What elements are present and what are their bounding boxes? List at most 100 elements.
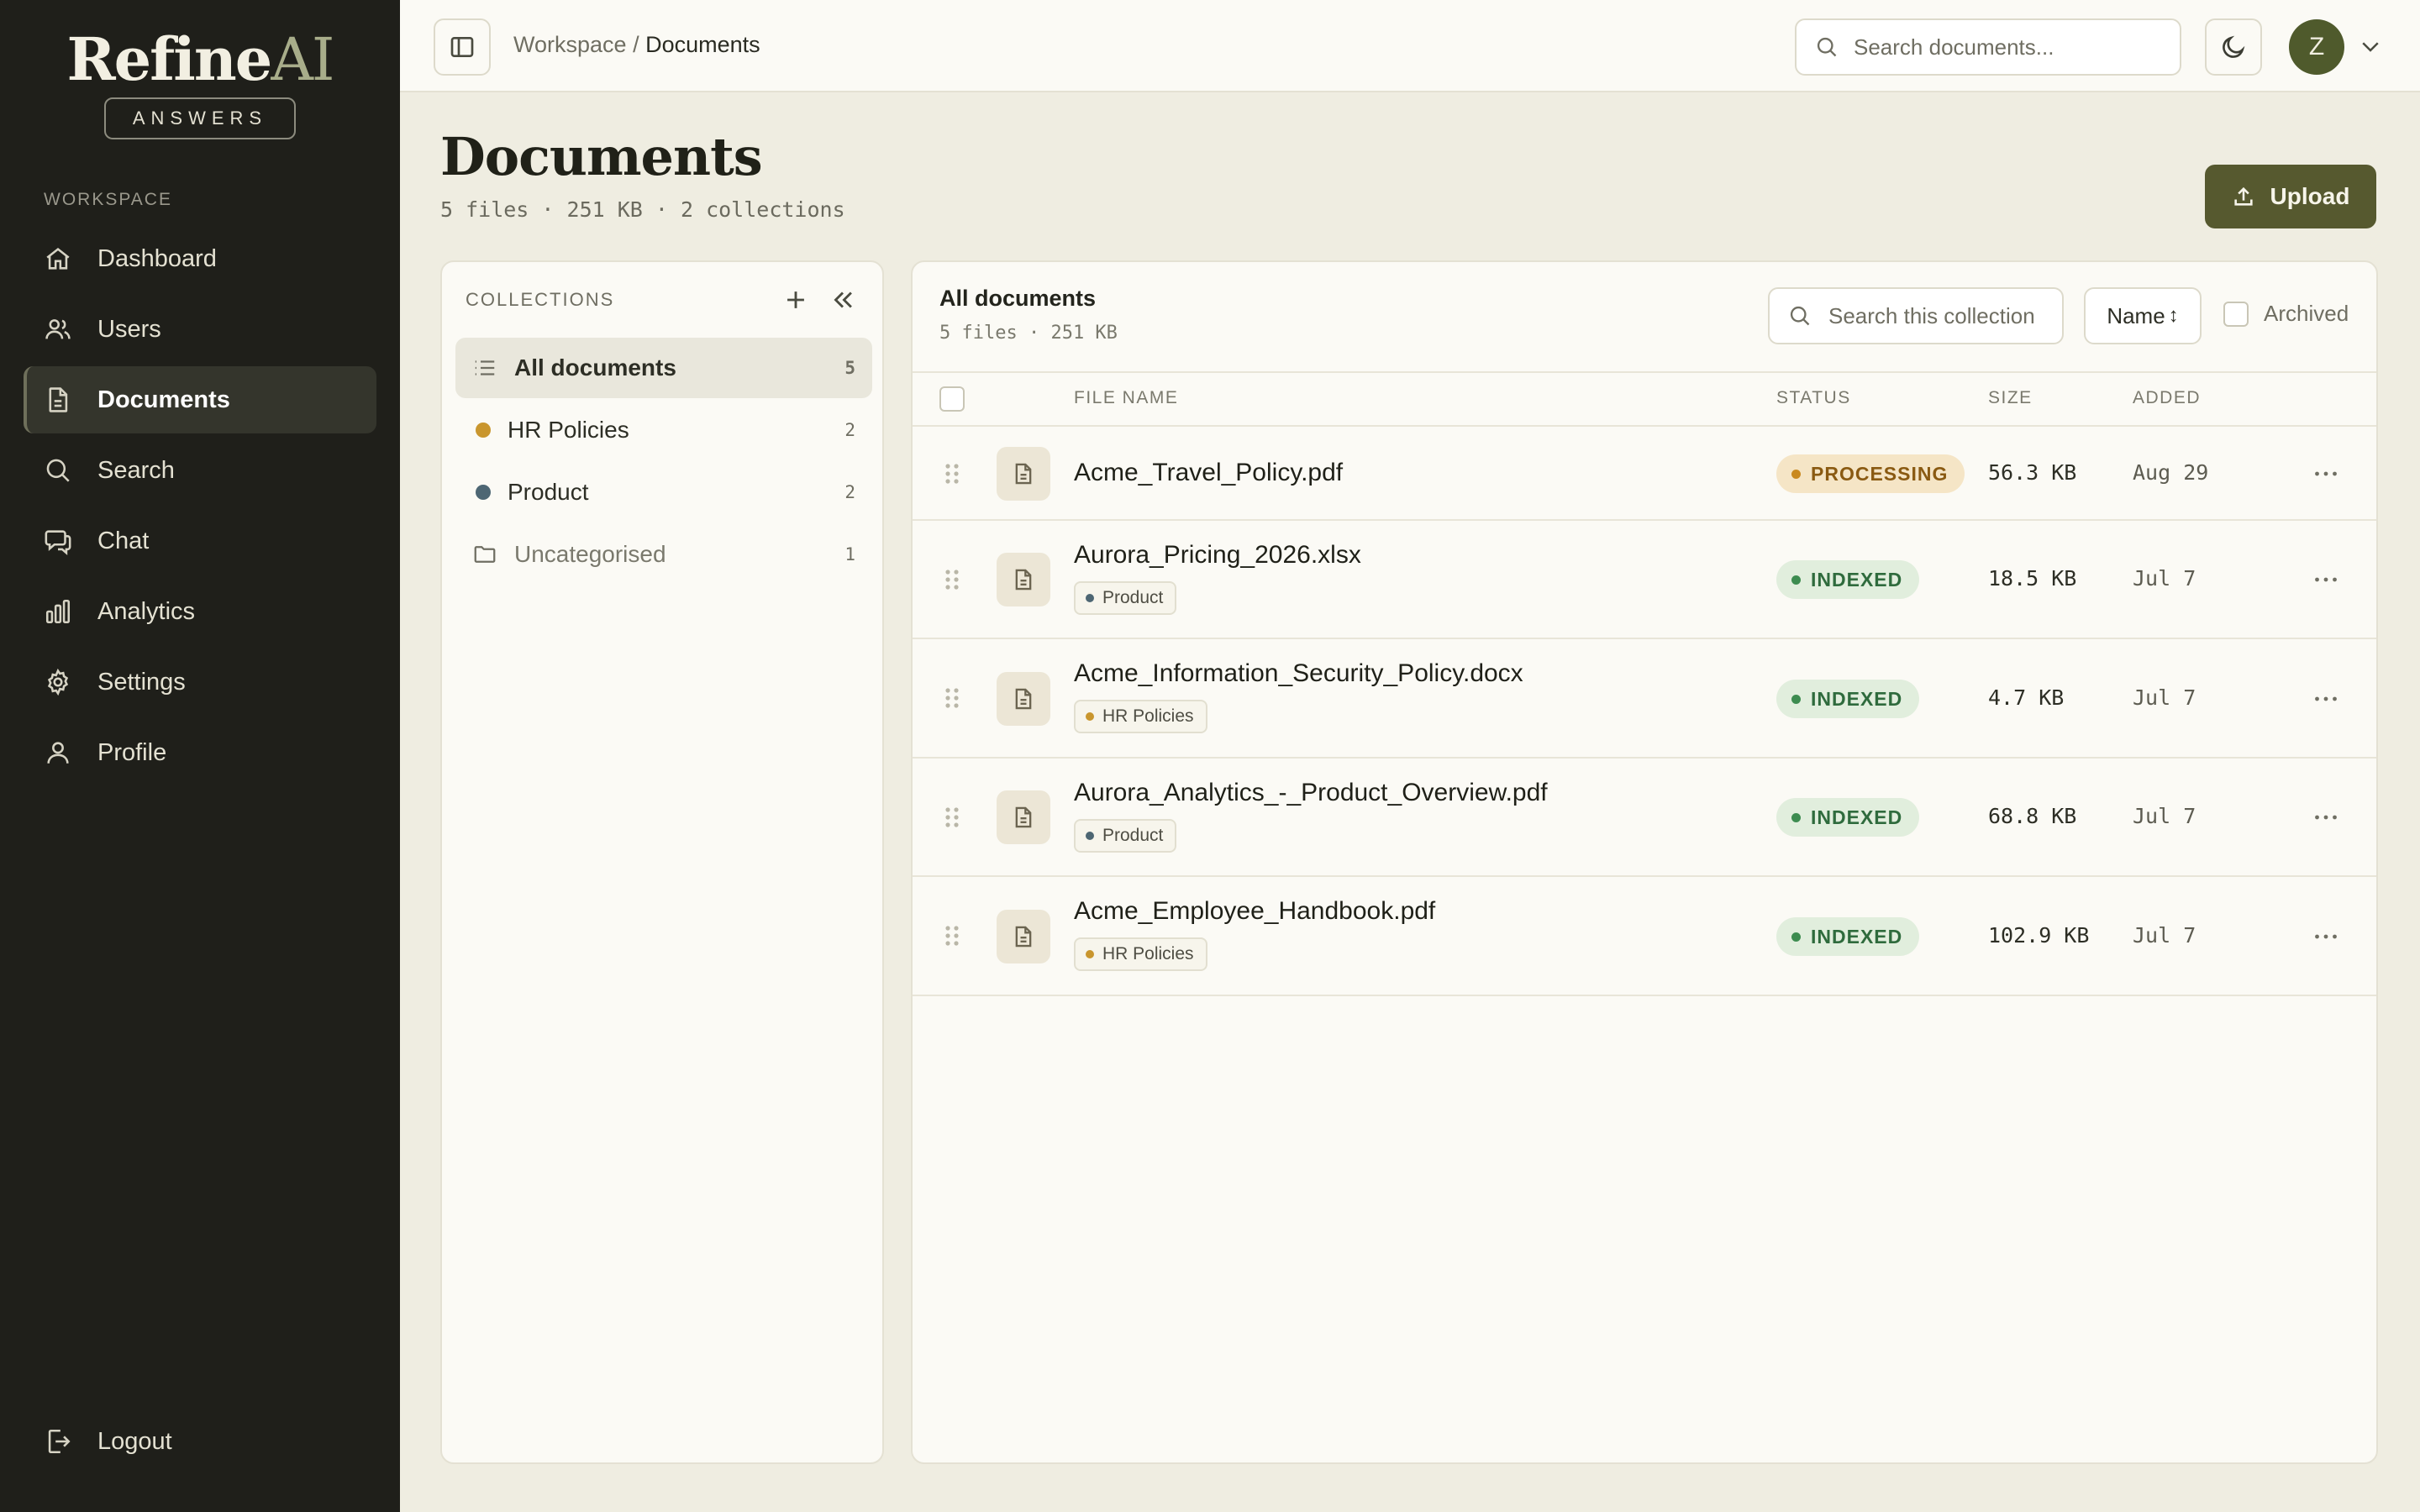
table-row[interactable]: Acme_Travel_Policy.pdf PROCESSING 56.3 K… [913, 427, 2376, 521]
tag-dot [1086, 950, 1094, 958]
collection-search[interactable] [1768, 287, 2064, 344]
status-badge: INDEXED [1776, 798, 1920, 837]
file-name[interactable]: Aurora_Analytics_-_Product_Overview.pdf [1074, 779, 1548, 807]
more-options-icon[interactable] [2311, 564, 2341, 595]
collection-tag: Product [1074, 819, 1177, 853]
drag-handle-icon[interactable] [944, 463, 960, 485]
breadcrumb-separator: / [626, 32, 646, 57]
search-icon [46, 459, 70, 482]
sort-button[interactable]: Name ↕ [2084, 287, 2202, 344]
table-row[interactable]: Aurora_Pricing_2026.xlsx Product INDEXED… [913, 521, 2376, 639]
drag-handle-icon[interactable] [944, 806, 960, 828]
collection-item-all-documents[interactable]: All documents 5 [455, 338, 872, 398]
tag-dot [1086, 712, 1094, 721]
file-added-date: Jul 7 [2133, 685, 2196, 710]
more-options-icon[interactable] [2311, 921, 2341, 952]
select-all-checkbox[interactable] [939, 386, 965, 412]
logout-area: Logout [24, 1408, 376, 1478]
archived-checkbox[interactable] [2223, 301, 2249, 327]
collapse-collections-button[interactable] [829, 286, 857, 314]
status-badge: INDEXED [1776, 560, 1920, 599]
collection-count: 5 [844, 358, 855, 378]
table-row[interactable]: Acme_Information_Security_Policy.docx HR… [913, 639, 2376, 759]
table-row[interactable]: Aurora_Analytics_-_Product_Overview.pdf … [913, 759, 2376, 877]
brand-logo[interactable]: RefineAI ANSWERS [0, 30, 400, 139]
collection-label: Uncategorised [514, 541, 666, 567]
file-size: 4.7 KB [1988, 685, 2065, 710]
collection-search-input[interactable] [1828, 302, 2062, 329]
chevron-down-icon [2362, 42, 2379, 52]
logo-wordmark: RefineAI [66, 24, 334, 94]
table-row[interactable]: Acme_Employee_Handbook.pdf HR Policies I… [913, 877, 2376, 996]
collection-item-hr-policies[interactable]: HR Policies 2 [455, 400, 872, 460]
sidebar-item-documents[interactable]: Documents [24, 366, 376, 433]
sort-label: Name [2107, 302, 2165, 328]
collection-item-product[interactable]: Product 2 [455, 462, 872, 522]
drag-handle-icon[interactable] [944, 925, 960, 947]
add-collection-button[interactable] [781, 286, 810, 314]
plus-icon [787, 291, 804, 308]
sidebar-item-analytics[interactable]: Analytics [24, 578, 376, 645]
avatar[interactable]: Z [2289, 19, 2344, 75]
more-options-icon[interactable] [2311, 684, 2341, 714]
column-header-added[interactable]: ADDED [2133, 388, 2201, 408]
sidebar-item-label: Settings [97, 668, 186, 696]
file-name[interactable]: Acme_Travel_Policy.pdf [1074, 459, 1343, 487]
global-search[interactable] [1795, 18, 2181, 76]
page-title: Documents [440, 126, 763, 187]
file-name[interactable]: Aurora_Pricing_2026.xlsx [1074, 541, 1361, 570]
collection-tag: HR Policies [1074, 700, 1207, 733]
more-options-icon[interactable] [2311, 802, 2341, 832]
tag-dot [1086, 594, 1094, 602]
breadcrumb: Workspace / Documents [513, 32, 760, 58]
more-options-icon[interactable] [2311, 459, 2341, 489]
documents-panel-title: All documents [939, 286, 1097, 311]
user-menu-dropdown[interactable] [2358, 34, 2383, 59]
collection-label: Product [508, 479, 589, 505]
search-icon [1790, 306, 1810, 326]
collection-tag: Product [1074, 581, 1177, 615]
logout-button[interactable]: Logout [24, 1408, 376, 1475]
drag-handle-icon[interactable] [944, 569, 960, 591]
chat-icon [45, 530, 71, 555]
sidebar-nav: Dashboard Users Documents Search Chat An… [24, 225, 376, 790]
file-name[interactable]: Acme_Employee_Handbook.pdf [1074, 897, 1435, 926]
breadcrumb-workspace[interactable]: Workspace [513, 32, 627, 57]
sidebar-item-chat[interactable]: Chat [24, 507, 376, 575]
column-header-file-name[interactable]: FILE NAME [1074, 388, 1178, 408]
logout-label: Logout [97, 1427, 172, 1455]
sidebar-item-label: Analytics [97, 597, 196, 625]
collection-item-uncategorised[interactable]: Uncategorised 1 [455, 524, 872, 585]
global-search-input[interactable] [1854, 34, 2139, 60]
logout-icon [48, 1429, 71, 1454]
home-icon [46, 248, 70, 270]
collection-tag: HR Policies [1074, 937, 1207, 971]
panel-icon [450, 37, 474, 57]
archived-toggle[interactable]: Archived [2223, 301, 2349, 327]
drag-handle-icon[interactable] [944, 687, 960, 709]
sidebar-item-label: Search [97, 456, 175, 484]
file-icon [997, 910, 1050, 963]
file-name[interactable]: Acme_Information_Security_Policy.docx [1074, 659, 1523, 688]
sidebar-item-users[interactable]: Users [24, 296, 376, 363]
file-icon [997, 672, 1050, 726]
page-meta: 5 files · 251 KB · 2 collections [440, 197, 845, 222]
collection-count: 2 [844, 482, 855, 502]
sidebar-toggle-button[interactable] [434, 18, 491, 76]
theme-toggle-button[interactable] [2205, 18, 2262, 76]
upload-button[interactable]: Upload [2205, 165, 2376, 228]
file-added-date: Jul 7 [2133, 923, 2196, 948]
column-header-size[interactable]: SIZE [1988, 388, 2033, 408]
sidebar-item-profile[interactable]: Profile [24, 719, 376, 786]
column-header-status[interactable]: STATUS [1776, 388, 1851, 408]
sidebar-item-dashboard[interactable]: Dashboard [24, 225, 376, 292]
file-size: 68.8 KB [1988, 804, 2077, 828]
sidebar-item-label: Profile [97, 738, 167, 766]
sidebar-item-search[interactable]: Search [24, 437, 376, 504]
users-icon [45, 319, 71, 339]
sidebar-item-settings[interactable]: Settings [24, 648, 376, 716]
moon-icon [2223, 35, 2245, 58]
file-size: 18.5 KB [1988, 566, 2077, 591]
logo-subtitle: ANSWERS [103, 97, 297, 139]
status-dot [1791, 575, 1801, 585]
